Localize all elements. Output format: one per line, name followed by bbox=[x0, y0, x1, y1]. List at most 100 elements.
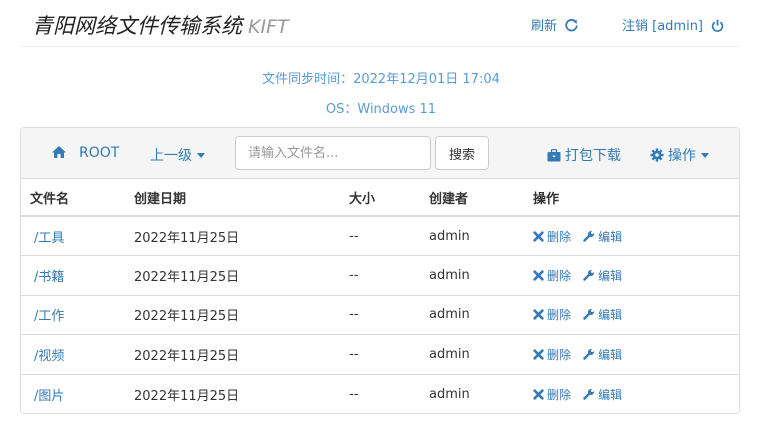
owner-cell: admin bbox=[420, 373, 524, 413]
delete-label: 删除 bbox=[547, 308, 572, 323]
edit-label: 编辑 bbox=[598, 387, 623, 402]
logout-button[interactable]: 注销 [admin] bbox=[622, 15, 724, 34]
file-panel: ROOT 上一级 搜索 打包下载 操作 文件名 创建日期 大小 创建者 操作 bbox=[20, 127, 740, 414]
refresh-label: 刷新 bbox=[531, 19, 558, 34]
refresh-icon bbox=[565, 19, 578, 32]
x-icon bbox=[533, 230, 544, 242]
search-input[interactable] bbox=[235, 136, 431, 170]
file-name-cell: /视频 bbox=[21, 334, 125, 374]
owner-cell: admin bbox=[420, 255, 524, 295]
file-name-cell: /工具 bbox=[21, 215, 125, 256]
delete-label: 删除 bbox=[547, 347, 572, 362]
edit-label: 编辑 bbox=[598, 229, 623, 244]
column-header-actions: 操作 bbox=[524, 179, 739, 217]
operations-dropdown[interactable]: 操作 bbox=[650, 145, 709, 165]
briefcase-icon bbox=[547, 148, 561, 162]
delete-label: 删除 bbox=[547, 268, 572, 283]
column-header-size[interactable]: 大小 bbox=[340, 179, 420, 217]
date-cell: 2022年11月25日 bbox=[125, 255, 340, 295]
date-cell: 2022年11月25日 bbox=[125, 334, 340, 374]
toolbar: ROOT 上一级 搜索 打包下载 操作 bbox=[21, 128, 739, 179]
column-header-date[interactable]: 创建日期 bbox=[125, 179, 340, 217]
wrench-icon bbox=[583, 388, 595, 400]
folder-link[interactable]: /书籍 bbox=[30, 270, 64, 285]
os-info: OS：Windows 11 bbox=[325, 102, 437, 117]
delete-button[interactable]: 删除 bbox=[533, 308, 571, 322]
edit-label: 编辑 bbox=[598, 347, 623, 362]
refresh-button[interactable]: 刷新 bbox=[531, 15, 578, 34]
power-icon bbox=[712, 19, 724, 32]
file-table: 文件名 创建日期 大小 创建者 操作 /工具 2022年11月25日 -- ad… bbox=[21, 179, 739, 413]
folder-link[interactable]: /图片 bbox=[30, 389, 64, 404]
x-icon bbox=[533, 349, 544, 360]
size-cell: -- bbox=[340, 334, 420, 374]
column-header-name[interactable]: 文件名 bbox=[21, 179, 125, 217]
edit-button[interactable]: 编辑 bbox=[583, 230, 622, 244]
operations-label: 操作 bbox=[668, 148, 696, 164]
delete-button[interactable]: 删除 bbox=[533, 269, 571, 283]
search-button[interactable]: 搜索 bbox=[435, 136, 489, 170]
x-icon bbox=[533, 270, 544, 281]
sync-time: 文件同步时间：2022年12月01日 17:04 bbox=[262, 72, 500, 87]
delete-button[interactable]: 删除 bbox=[533, 388, 571, 402]
date-cell: 2022年11月25日 bbox=[125, 373, 340, 413]
root-button[interactable]: ROOT bbox=[51, 145, 119, 161]
column-header-owner[interactable]: 创建者 bbox=[420, 179, 524, 217]
actions-cell: 删除 编辑 bbox=[524, 373, 739, 413]
gear-icon bbox=[650, 148, 664, 162]
header: 青阳网络文件传输系统 KIFT 刷新 注销 [admin] bbox=[20, 0, 740, 47]
wrench-icon bbox=[583, 230, 595, 242]
edit-button[interactable]: 编辑 bbox=[583, 388, 622, 402]
folder-link[interactable]: /工作 bbox=[30, 309, 64, 324]
owner-cell: admin bbox=[420, 215, 524, 256]
edit-button[interactable]: 编辑 bbox=[583, 269, 622, 283]
date-cell: 2022年11月25日 bbox=[125, 294, 340, 335]
up-level-label: 上一级 bbox=[150, 148, 192, 164]
actions-cell: 删除 编辑 bbox=[524, 255, 739, 295]
size-cell: -- bbox=[340, 294, 420, 335]
delete-label: 删除 bbox=[547, 387, 572, 402]
x-icon bbox=[533, 388, 544, 400]
pack-download-label: 打包下载 bbox=[565, 148, 621, 164]
actions-cell: 删除 编辑 bbox=[524, 215, 739, 256]
caret-down-icon bbox=[197, 153, 205, 158]
app-subtitle: KIFT bbox=[248, 16, 289, 38]
file-name-cell: /工作 bbox=[21, 294, 125, 335]
owner-cell: admin bbox=[420, 334, 524, 374]
wrench-icon bbox=[583, 348, 595, 360]
edit-button[interactable]: 编辑 bbox=[583, 348, 622, 362]
file-name-cell: /图片 bbox=[21, 373, 125, 413]
date-cell: 2022年11月25日 bbox=[125, 215, 340, 256]
wrench-icon bbox=[583, 309, 595, 320]
caret-down-icon bbox=[701, 153, 709, 158]
size-cell: -- bbox=[340, 255, 420, 295]
edit-button[interactable]: 编辑 bbox=[583, 308, 622, 322]
actions-cell: 删除 编辑 bbox=[524, 334, 739, 374]
table-row: /工作 2022年11月25日 -- admin 删除 编辑 bbox=[21, 294, 739, 335]
file-name-cell: /书籍 bbox=[21, 255, 125, 295]
up-level-dropdown[interactable]: 上一级 bbox=[150, 145, 205, 165]
x-icon bbox=[533, 309, 544, 320]
wrench-icon bbox=[583, 269, 595, 281]
table-row: /视频 2022年11月25日 -- admin 删除 编辑 bbox=[21, 334, 739, 374]
logout-label: 注销 [admin] bbox=[622, 19, 704, 34]
table-row: /工具 2022年11月25日 -- admin 删除 编辑 bbox=[21, 215, 739, 256]
delete-button[interactable]: 删除 bbox=[533, 348, 571, 362]
delete-button[interactable]: 删除 bbox=[533, 230, 571, 244]
table-header-row: 文件名 创建日期 大小 创建者 操作 bbox=[21, 179, 739, 217]
folder-link[interactable]: /工具 bbox=[30, 231, 64, 246]
owner-cell: admin bbox=[420, 294, 524, 335]
folder-link[interactable]: /视频 bbox=[30, 349, 64, 364]
edit-label: 编辑 bbox=[598, 308, 623, 323]
size-cell: -- bbox=[340, 215, 420, 256]
root-label: ROOT bbox=[79, 145, 120, 161]
pack-download-button[interactable]: 打包下载 bbox=[547, 145, 621, 165]
table-row: /图片 2022年11月25日 -- admin 删除 编辑 bbox=[21, 373, 739, 413]
app-title: 青阳网络文件传输系统 KIFT bbox=[32, 10, 289, 40]
home-icon bbox=[52, 146, 66, 158]
delete-label: 删除 bbox=[547, 229, 572, 244]
app-title-text: 青阳网络文件传输系统 bbox=[32, 14, 242, 38]
edit-label: 编辑 bbox=[598, 268, 623, 283]
actions-cell: 删除 编辑 bbox=[524, 294, 739, 335]
table-row: /书籍 2022年11月25日 -- admin 删除 编辑 bbox=[21, 255, 739, 295]
